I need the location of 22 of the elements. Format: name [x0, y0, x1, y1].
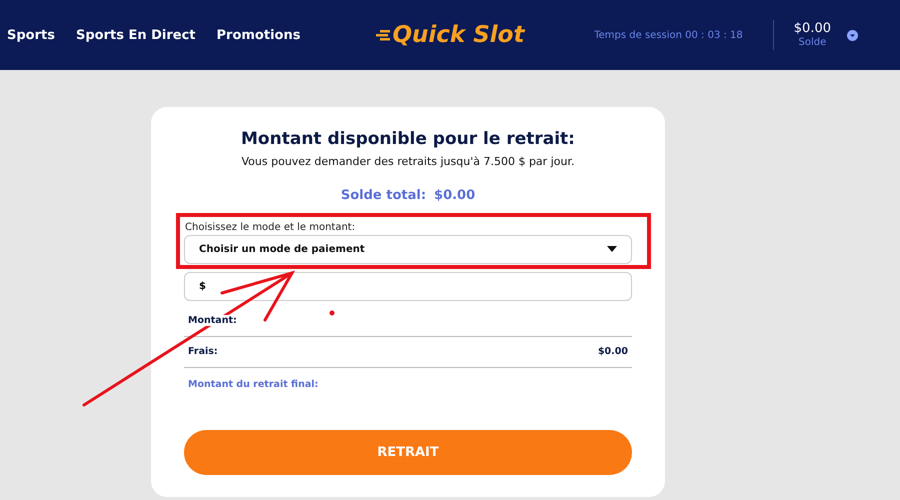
balance-amount: $0.00	[794, 22, 831, 37]
summary-label: Frais:	[188, 346, 218, 358]
limit-text: Vous pouvez demander des retraits jusqu'à 7.500 $ par jour.	[242, 155, 574, 168]
payment-method-select[interactable]: Choisir un mode de paiement	[184, 235, 632, 264]
nav-link[interactable]: Promotions	[216, 28, 300, 42]
logo[interactable]: Quick Slot	[376, 22, 524, 48]
card-title: Montant disponible pour le retrait:	[241, 129, 575, 149]
summary-value: $0.00	[598, 346, 628, 358]
summary-label: Montant du retrait final:	[188, 378, 318, 390]
nav-link[interactable]: Sports En Direct	[76, 28, 196, 42]
total-balance-value: $0.00	[434, 188, 476, 203]
summary-label: Montant:	[188, 314, 237, 326]
annotation-dot	[330, 310, 334, 316]
session-timer: Temps de session 00 : 03 : 18	[594, 30, 743, 40]
caret-icon	[607, 246, 617, 252]
balance-label: Solde	[798, 36, 826, 48]
nav-link[interactable]: Sports	[7, 28, 55, 42]
select-label: Choisissez le mode et le montant:	[184, 222, 356, 233]
amount-field[interactable]: $	[184, 272, 632, 301]
dropdown-icon[interactable]	[847, 30, 858, 40]
speed-lines-icon	[376, 29, 390, 41]
total-balance-label: Solde total:	[340, 188, 426, 203]
